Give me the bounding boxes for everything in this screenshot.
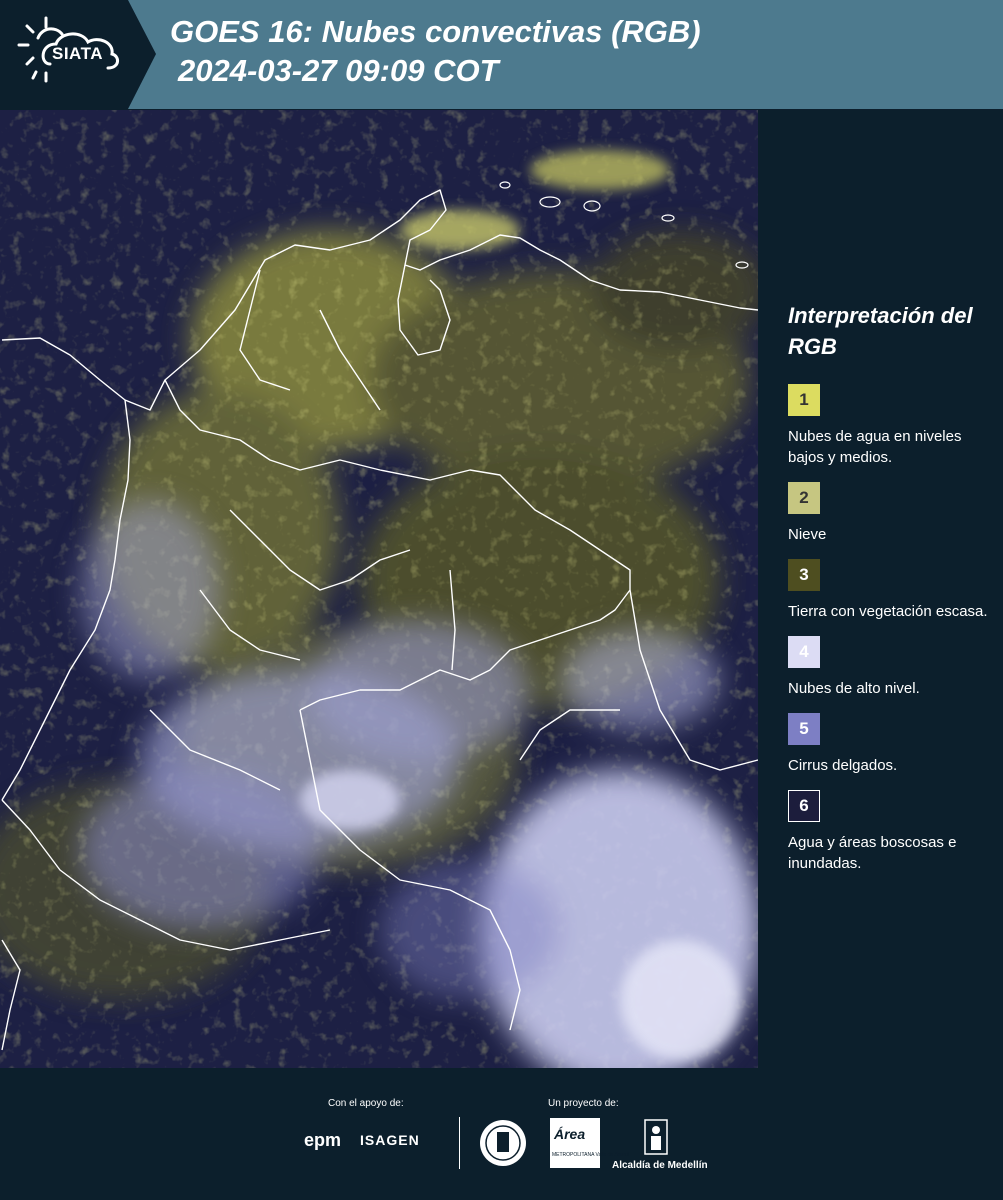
medellin-seal-icon [480, 1120, 526, 1166]
footer-divider [459, 1117, 460, 1169]
legend-title: Interpretación del RGB [788, 303, 973, 359]
legend-swatch-number: 1 [799, 390, 809, 409]
legend-swatch-number: 5 [799, 719, 809, 738]
page-subtitle-datetime: 2024-03-27 09:09 COT [178, 53, 499, 88]
project-label: Un proyecto de: [548, 1098, 619, 1109]
footer: Con el apoyo de: Un proyecto de: epm ISA… [0, 1070, 1003, 1200]
legend-item: 4 Nubes de alto nivel. [788, 636, 993, 699]
alcaldia-label: Alcaldía de Medellín [612, 1160, 708, 1171]
support-label: Con el apoyo de: [328, 1098, 404, 1109]
page-title: GOES 16: Nubes convectivas (RGB) [170, 14, 701, 49]
legend-label: Nieve [788, 526, 827, 543]
legend-panel: Interpretación del RGB 1 Nubes de agua e… [788, 300, 993, 888]
legend-swatch-3: 3 [788, 559, 820, 591]
area-logo-text: Área [554, 1126, 586, 1142]
legend-item: 3 Tierra con vegetación escasa. [788, 559, 993, 622]
alcaldia-emblem-icon [644, 1119, 668, 1155]
legend-swatch-2: 2 [788, 482, 820, 514]
legend-swatch-number: 6 [799, 796, 809, 815]
logo-label: SIATA [52, 44, 103, 63]
legend-swatch-number: 3 [799, 565, 809, 584]
header-bar: SIATA GOES 16: Nubes convectivas (RGB) 2… [0, 0, 1003, 109]
legend-label: Tierra con vegetación escasa. [788, 603, 988, 620]
satellite-map [0, 110, 758, 1068]
isagen-logo: ISAGEN [360, 1132, 420, 1148]
legend-swatch-1: 1 [788, 384, 820, 416]
legend-item: 2 Nieve [788, 482, 993, 545]
legend-item: 5 Cirrus delgados. [788, 713, 993, 776]
legend-list: 1 Nubes de agua en niveles bajos y medio… [788, 384, 993, 874]
legend-item: 1 Nubes de agua en niveles bajos y medio… [788, 384, 993, 468]
legend-label: Nubes de alto nivel. [788, 680, 920, 697]
legend-swatch-number: 4 [799, 642, 809, 661]
epm-logo: epm [304, 1130, 342, 1150]
legend-label: Nubes de agua en niveles bajos y medios. [788, 428, 962, 466]
legend-swatch-number: 2 [799, 488, 809, 507]
legend-swatch-5: 5 [788, 713, 820, 745]
legend-item: 6 Agua y áreas boscosas e inundadas. [788, 790, 993, 874]
area-logo-subtext: METROPOLITANA Valle de Aburrá [552, 1152, 630, 1158]
satellite-rgb-image [0, 110, 758, 1068]
legend-label: Cirrus delgados. [788, 757, 898, 774]
legend-swatch-4: 4 [788, 636, 820, 668]
siata-logo: SIATA [0, 0, 160, 109]
legend-label: Agua y áreas boscosas e inundadas. [788, 834, 957, 872]
legend-swatch-6: 6 [788, 790, 820, 822]
